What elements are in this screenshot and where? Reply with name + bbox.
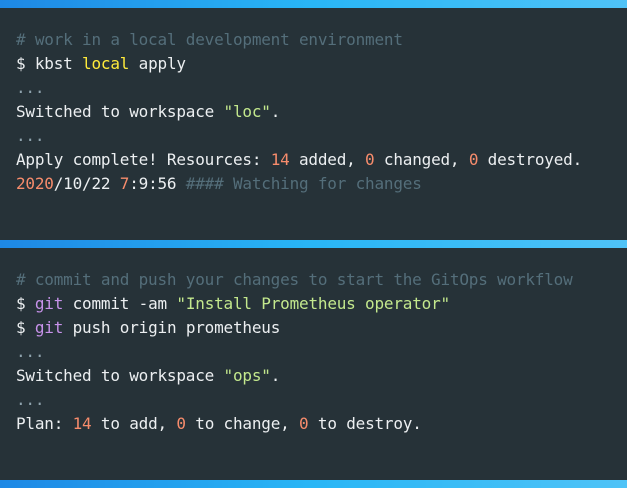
command-line: $ kbst local apply: [16, 52, 611, 76]
switched-prefix: Switched to workspace: [16, 102, 224, 121]
timestamp-year: 2020: [16, 174, 54, 193]
switched-prefix: Switched to workspace: [16, 366, 224, 385]
added-label: added,: [289, 150, 366, 169]
plan-line: Plan: 14 to add, 0 to change, 0 to destr…: [16, 412, 611, 436]
git-keyword: git: [34, 318, 64, 337]
change-count: 0: [176, 414, 186, 433]
git-commit-line: $ git commit -am "Install Prometheus ope…: [16, 292, 611, 316]
workspace-name: "ops": [223, 366, 271, 385]
add-label: to add,: [91, 414, 177, 433]
command-keyword: local: [82, 54, 130, 73]
switched-workspace-line: Switched to workspace "ops".: [16, 364, 611, 388]
add-count: 14: [72, 414, 92, 433]
added-count: 14: [270, 150, 290, 169]
watching-line: 2020/10/22 7:9:56 #### Watching for chan…: [16, 172, 611, 196]
terminal-panel-gitops: # commit and push your changes to start …: [0, 248, 627, 480]
apply-prefix: Apply complete! Resources:: [16, 150, 271, 169]
ellipsis-line: ...: [16, 126, 45, 145]
terminal-panel-local: # work in a local development environmen…: [0, 8, 627, 240]
prompt: $: [16, 294, 35, 313]
top-accent-bar: [0, 0, 627, 8]
plan-prefix: Plan:: [16, 414, 73, 433]
command-arg: apply: [129, 54, 186, 73]
timestamp-date: /10/22: [53, 174, 120, 193]
commit-message: "Install Prometheus operator": [176, 294, 450, 313]
git-push-line: $ git push origin prometheus: [16, 316, 611, 340]
git-args: push origin prometheus: [63, 318, 281, 337]
comment-line: # commit and push your changes to start …: [16, 270, 573, 289]
prompt: $: [16, 318, 35, 337]
bottom-accent-bar: [0, 480, 627, 488]
git-args: commit -am: [63, 294, 177, 313]
change-label: to change,: [185, 414, 300, 433]
destroyed-label: destroyed.: [478, 150, 583, 169]
ellipsis-line: ...: [16, 342, 45, 361]
workspace-name: "loc": [223, 102, 271, 121]
switched-workspace-line: Switched to workspace "loc".: [16, 100, 611, 124]
timestamp-time: :9:56: [129, 174, 177, 193]
ellipsis-line: ...: [16, 78, 45, 97]
ellipsis-line: ...: [16, 390, 45, 409]
timestamp-hour: 7: [119, 174, 130, 193]
watching-comment: #### Watching for changes: [176, 174, 422, 193]
git-keyword: git: [34, 294, 64, 313]
switched-suffix: .: [270, 102, 281, 121]
command-name: kbst: [34, 54, 83, 73]
middle-accent-bar: [0, 240, 627, 248]
changed-label: changed,: [374, 150, 469, 169]
destroyed-count: 0: [468, 150, 479, 169]
apply-complete-line: Apply complete! Resources: 14 added, 0 c…: [16, 148, 611, 172]
prompt: $: [16, 54, 35, 73]
destroy-label: to destroy.: [308, 414, 422, 433]
switched-suffix: .: [270, 366, 281, 385]
comment-line: # work in a local development environmen…: [16, 30, 403, 49]
